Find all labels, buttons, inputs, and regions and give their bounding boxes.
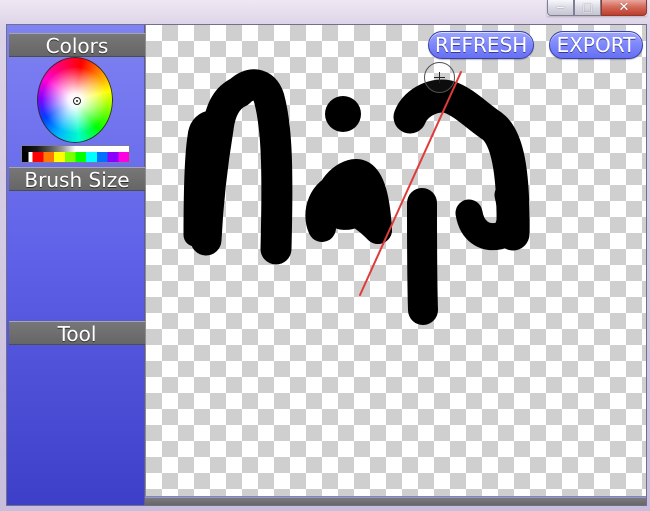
window-minimize-icon: − [555,1,566,14]
application-window: − □ ✕ Colors Brush Size Tool REFRESH EXP… [0,0,650,511]
window-close-button[interactable]: ✕ [601,0,647,16]
brush-size-header: Brush Size [9,167,145,192]
tool-header: Tool [9,321,145,346]
color-strip[interactable] [22,152,129,162]
export-button[interactable]: EXPORT [549,31,643,59]
black-stroke-a-right [223,69,293,265]
crosshair-cursor-icon [424,62,455,93]
crosshair-plus-icon [434,72,445,83]
sidebar: Colors Brush Size Tool [7,25,145,505]
black-stroke-middle-tail [338,197,392,244]
window-maximize-icon: □ [582,1,593,14]
refresh-button[interactable]: REFRESH [428,31,534,59]
black-stroke-right-tail [455,181,525,251]
paint-app: Colors Brush Size Tool REFRESH EXPORT [6,24,647,506]
color-wheel[interactable] [37,57,113,143]
window-maximize-button[interactable]: □ [574,0,601,16]
black-stroke-right-bottom [407,188,438,325]
black-dot [325,96,361,132]
window-close-icon: ✕ [618,0,630,15]
drawing-canvas[interactable]: REFRESH EXPORT [145,25,646,496]
window-minimize-button[interactable]: − [547,0,574,16]
colors-header: Colors [9,33,145,58]
window-controls: − □ ✕ [547,0,647,16]
canvas-drawing[interactable] [146,25,646,496]
canvas-bottom-bar [145,497,646,505]
color-palette[interactable] [21,145,130,163]
color-picker-indicator-icon [73,97,81,105]
